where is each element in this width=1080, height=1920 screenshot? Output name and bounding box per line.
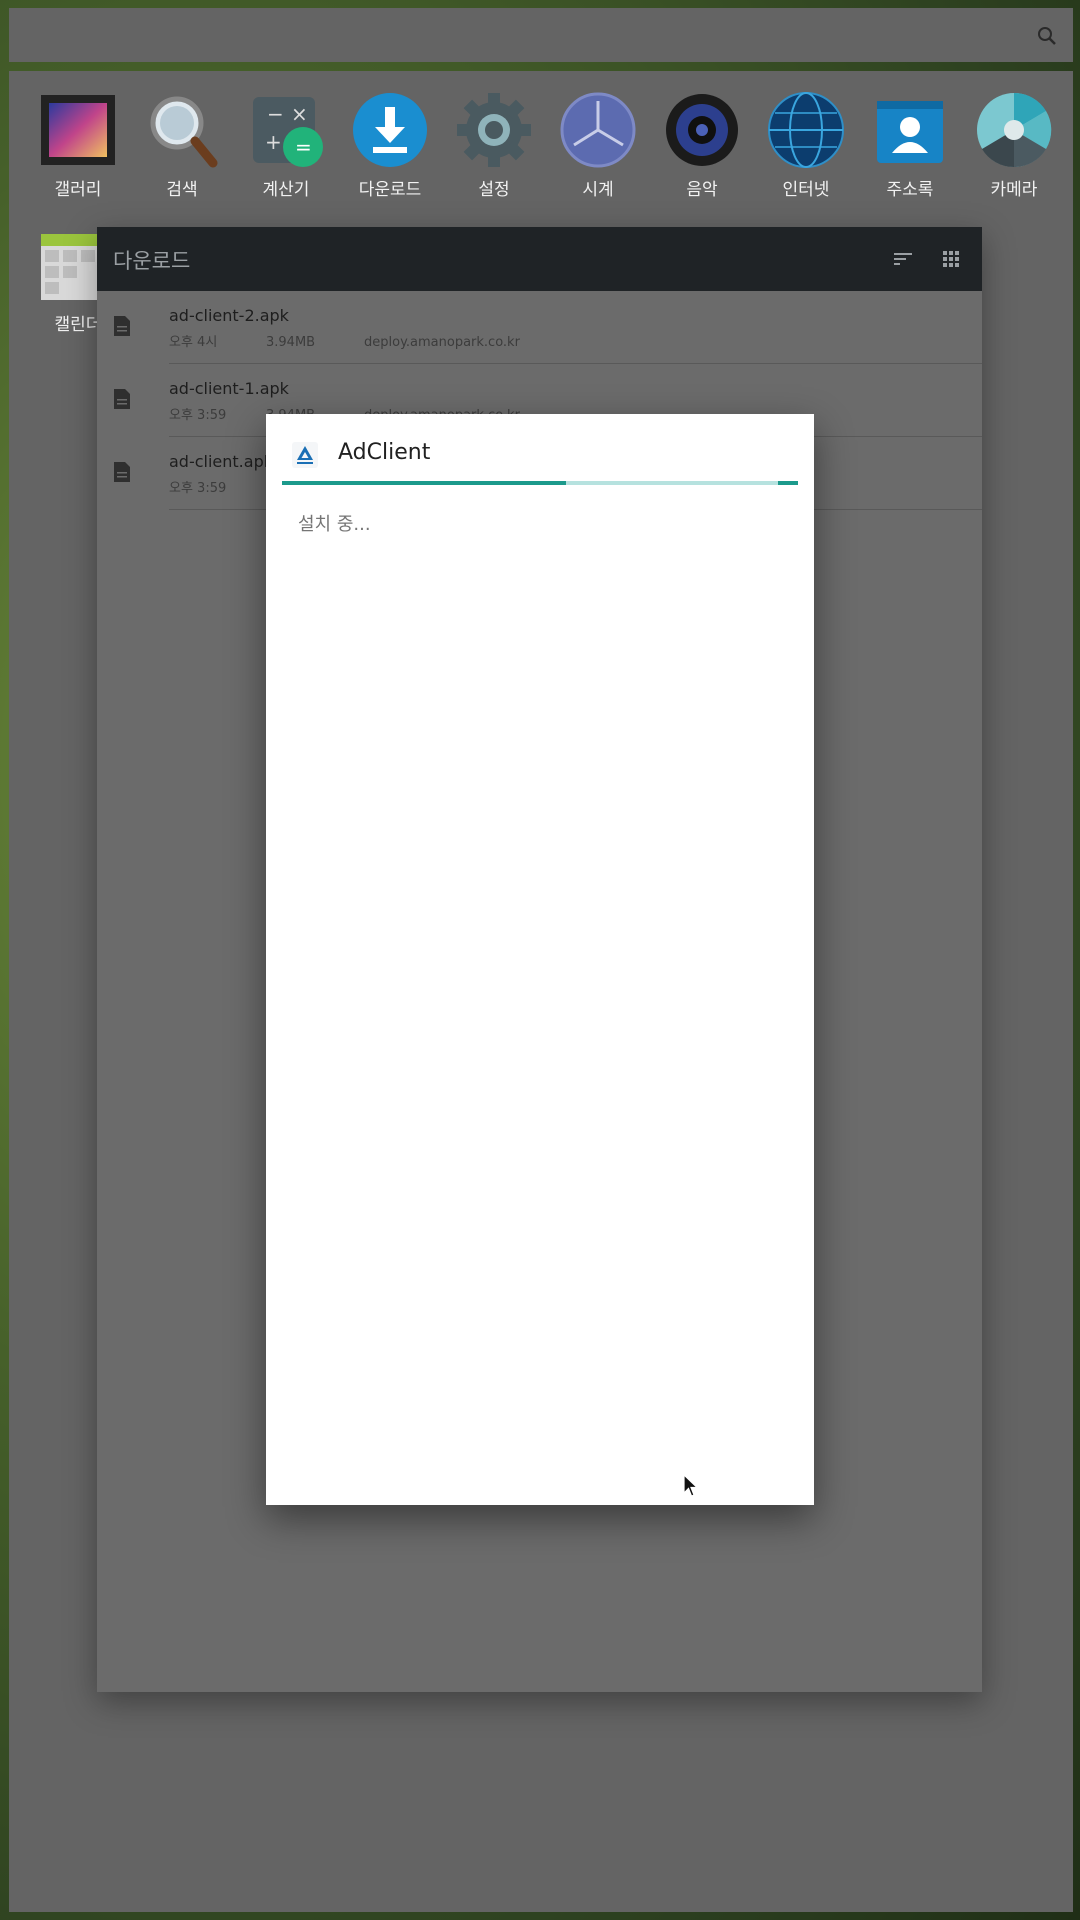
app-search[interactable]: 검색 — [130, 91, 234, 211]
app-clock[interactable]: 시계 — [546, 91, 650, 211]
progress-fill — [282, 481, 566, 485]
app-label: 다운로드 — [358, 180, 422, 200]
downloads-title: 다운로드 — [113, 249, 191, 273]
app-internet[interactable]: 인터넷 — [754, 91, 858, 211]
app-label: 계산기 — [262, 180, 310, 200]
dialog-header: AdClient — [266, 414, 814, 484]
app-settings[interactable]: 설정 — [442, 91, 546, 211]
app-label: 주소록 — [886, 180, 934, 200]
list-item[interactable]: ad-client-2.apk 오후 4시 3.94MB deploy.amanop… — [97, 291, 982, 364]
svg-text:=: = — [295, 135, 312, 159]
svg-text:−: − — [267, 102, 284, 126]
app-row: 갤러리 검색 − × + = 계산기 다운로드 설정 시계 음악 인터넷 주소록… — [9, 71, 1073, 211]
app-label: 갤러리 — [54, 180, 102, 200]
app-label: 음악 — [686, 180, 718, 200]
sort-icon[interactable] — [891, 247, 915, 271]
app-label: 검색 — [166, 180, 198, 200]
app-label: 인터넷 — [782, 180, 830, 200]
file-name: ad-client.apk — [169, 452, 273, 471]
grid-view-icon[interactable] — [939, 247, 963, 271]
file-icon — [114, 389, 130, 409]
app-label: 카메라 — [990, 180, 1038, 200]
install-progress-bar — [282, 481, 798, 485]
internet-icon — [767, 91, 845, 169]
file-source: deploy.amanopark.co.kr — [364, 335, 520, 350]
file-meta: 오후 4시 3.94MB deploy.amanopark.co.kr — [169, 331, 520, 350]
settings-icon — [455, 91, 533, 169]
file-icon — [114, 316, 130, 336]
file-time: 오후 3:59 — [169, 481, 227, 496]
contacts-icon — [871, 91, 949, 169]
app-music[interactable]: 음악 — [650, 91, 754, 211]
app-label: 시계 — [582, 180, 614, 200]
search-bar[interactable] — [9, 8, 1073, 62]
music-icon — [663, 91, 741, 169]
file-time: 오후 4시 — [169, 335, 218, 350]
file-name: ad-client-1.apk — [169, 379, 289, 398]
progress-indeterminate-segment — [778, 481, 798, 485]
svg-text:×: × — [291, 102, 308, 126]
dialog-title: AdClient — [338, 440, 431, 465]
app-camera[interactable]: 카메라 — [962, 91, 1066, 211]
svg-text:+: + — [265, 130, 282, 154]
app-gallery[interactable]: 갤러리 — [26, 91, 130, 211]
downloads-toolbar: 다운로드 — [97, 227, 982, 291]
app-logo-icon — [292, 442, 318, 468]
app-downloads[interactable]: 다운로드 — [338, 91, 442, 211]
search-icon[interactable] — [1035, 24, 1059, 48]
app-label: 설정 — [478, 180, 510, 200]
file-size: 3.94MB — [266, 335, 316, 350]
install-status-message: 설치 중... — [298, 514, 371, 535]
file-time: 오후 3:59 — [169, 408, 227, 423]
app-contacts[interactable]: 주소록 — [858, 91, 962, 211]
search-app-icon — [143, 91, 221, 169]
gallery-icon — [39, 91, 117, 169]
mouse-cursor-icon — [683, 1474, 699, 1497]
camera-icon — [975, 91, 1053, 169]
clock-icon — [559, 91, 637, 169]
install-dialog: AdClient 설치 중... — [266, 414, 814, 1505]
calculator-icon: − × + = — [247, 91, 325, 169]
file-icon — [114, 462, 130, 482]
file-name: ad-client-2.apk — [169, 306, 289, 325]
download-icon — [351, 91, 429, 169]
app-calculator[interactable]: − × + = 계산기 — [234, 91, 338, 211]
